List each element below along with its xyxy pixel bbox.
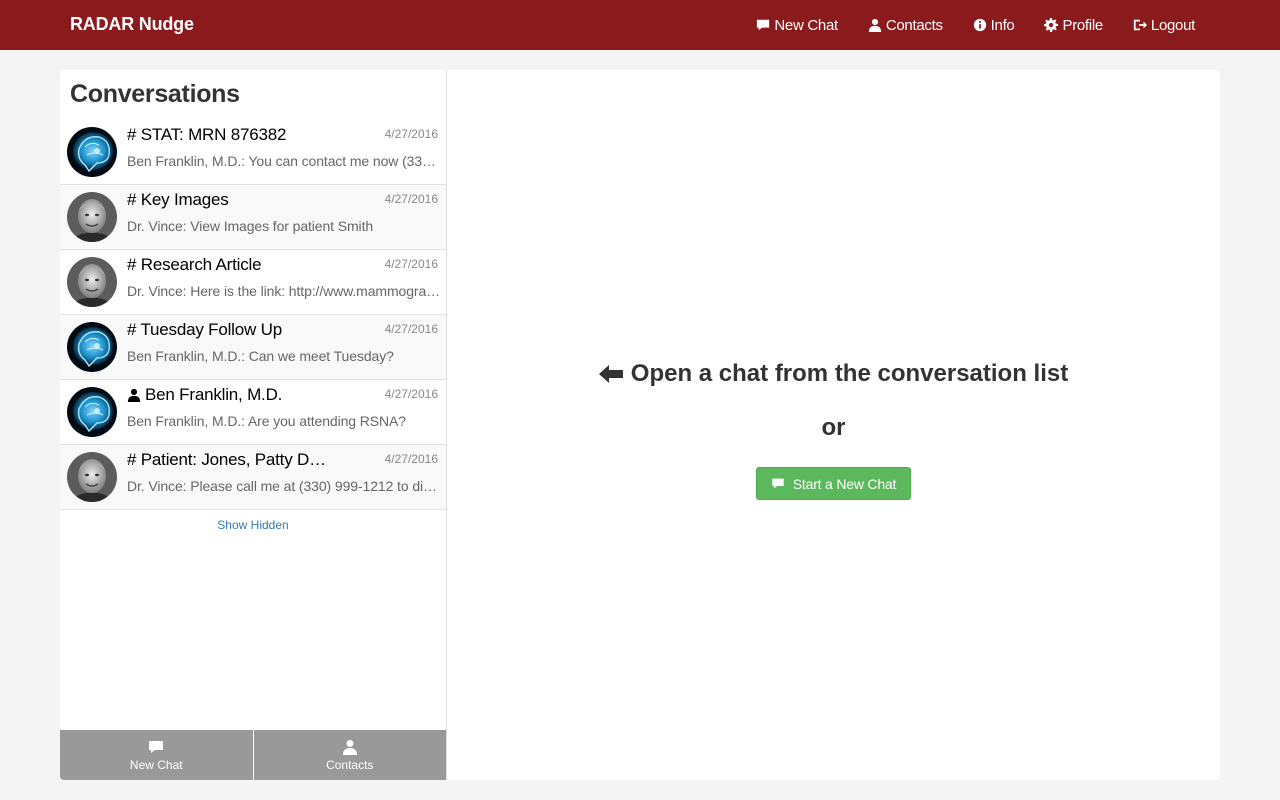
start-new-chat-label: Start a New Chat xyxy=(792,475,897,492)
conversation-item[interactable]: # Patient: Jones, Patty D… 4/27/2016 Dr.… xyxy=(60,445,446,510)
conversation-preview: Ben Franklin, M.D.: Are you attending RS… xyxy=(127,413,406,429)
conversation-item[interactable]: # Key Images 4/27/2016 Dr. Vince: View I… xyxy=(60,185,446,250)
top-navbar: RADAR Nudge New Chat Contacts Info Profi… xyxy=(0,0,1280,50)
mri-avatar-icon xyxy=(67,387,117,437)
mri-avatar-icon xyxy=(67,322,117,372)
user-icon xyxy=(868,18,881,32)
conversation-item[interactable]: Ben Franklin, M.D. 4/27/2016 Ben Frankli… xyxy=(60,380,446,445)
nav-new-chat[interactable]: New Chat xyxy=(756,16,838,34)
person-avatar-icon xyxy=(67,452,117,502)
conversation-item[interactable]: # Tuesday Follow Up 4/27/2016 Ben Frankl… xyxy=(60,315,446,380)
conversation-date: 4/27/2016 xyxy=(384,257,438,271)
conversation-preview: Dr. Vince: Please call me at (330) 999-1… xyxy=(127,478,441,494)
conversation-preview: Ben Franklin, M.D.: Can we meet Tuesday? xyxy=(127,348,394,364)
conversation-title-direct: Ben Franklin, M.D. xyxy=(127,385,282,405)
nav-profile[interactable]: Profile xyxy=(1044,16,1103,34)
conversation-title: # Key Images xyxy=(127,190,229,209)
open-chat-prompt: Open a chat from the conversation list xyxy=(447,360,1220,388)
conversation-item[interactable]: # STAT: MRN 876382 4/27/2016 Ben Frankli… xyxy=(60,120,446,185)
conversation-date: 4/27/2016 xyxy=(384,452,438,466)
bottom-new-chat-label: New Chat xyxy=(129,757,183,772)
nav-new-chat-label: New Chat xyxy=(774,16,838,34)
start-new-chat-button[interactable]: Start a New Chat xyxy=(756,467,911,500)
chat-panel: Open a chat from the conversation list o… xyxy=(447,70,1220,780)
or-separator: or xyxy=(821,414,846,441)
sidebar-bottom-bar: New Chat Contacts xyxy=(60,730,446,780)
open-chat-prompt-text: Open a chat from the conversation list xyxy=(630,360,1069,387)
conversation-item[interactable]: # Research Article 4/27/2016 Dr. Vince: … xyxy=(60,250,446,315)
conversation-date: 4/27/2016 xyxy=(384,192,438,206)
conversation-preview: Dr. Vince: Here is the link: http://www.… xyxy=(127,283,441,299)
gear-icon xyxy=(1044,18,1059,32)
arrow-left-icon xyxy=(598,365,623,383)
conversation-title: # Patient: Jones, Patty D… xyxy=(127,450,326,469)
conversation-date: 4/27/2016 xyxy=(384,127,438,141)
user-icon xyxy=(342,739,357,755)
nav-links: New Chat Contacts Info Profile Logout xyxy=(726,0,1195,50)
conversation-list: # STAT: MRN 876382 4/27/2016 Ben Frankli… xyxy=(60,120,446,510)
user-icon xyxy=(127,388,141,402)
info-icon xyxy=(973,18,986,32)
nav-contacts[interactable]: Contacts xyxy=(868,17,943,34)
show-hidden-link[interactable]: Show Hidden xyxy=(60,518,446,532)
conversation-title: # Research Article xyxy=(127,255,262,274)
conversation-title: # STAT: MRN 876382 xyxy=(127,125,287,144)
bottom-contacts-label: Contacts xyxy=(326,757,374,772)
comment-icon xyxy=(149,740,164,753)
conversation-date: 4/27/2016 xyxy=(384,387,438,401)
conversation-preview: Dr. Vince: View Images for patient Smith xyxy=(127,218,374,234)
brand-logo[interactable]: RADAR Nudge xyxy=(70,14,194,35)
person-avatar-icon xyxy=(67,192,117,242)
nav-info-label: Info xyxy=(990,16,1015,34)
conversations-title: Conversations xyxy=(70,80,240,108)
conversation-date: 4/27/2016 xyxy=(384,322,438,336)
conversation-preview: Ben Franklin, M.D.: You can contact me n… xyxy=(127,153,441,169)
nav-contacts-label: Contacts xyxy=(885,16,943,34)
nav-info[interactable]: Info xyxy=(973,17,1015,34)
bottom-contacts-button[interactable]: Contacts xyxy=(252,730,446,780)
conversation-title-text: Ben Franklin, M.D. xyxy=(145,385,283,404)
conversations-panel: Conversations # STAT: MRN 876382 4/27/20… xyxy=(60,70,447,780)
comment-icon xyxy=(757,19,770,31)
conversation-title: # Tuesday Follow Up xyxy=(127,320,282,339)
bottom-new-chat-button[interactable]: New Chat xyxy=(60,730,253,780)
comment-icon xyxy=(772,478,784,489)
logout-icon xyxy=(1133,19,1147,31)
nav-logout[interactable]: Logout xyxy=(1133,17,1195,34)
mri-avatar-icon xyxy=(67,127,117,177)
nav-logout-label: Logout xyxy=(1150,16,1195,34)
nav-profile-label: Profile xyxy=(1062,16,1103,34)
person-avatar-icon xyxy=(67,257,117,307)
